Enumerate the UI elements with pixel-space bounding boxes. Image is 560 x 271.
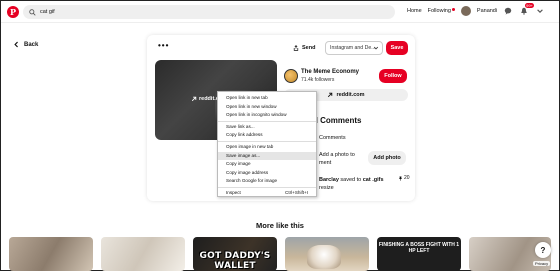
back-button[interactable]: Back — [13, 41, 38, 48]
nav-following[interactable]: Following — [428, 8, 455, 14]
profile-avatar[interactable] — [284, 69, 298, 83]
pin-count-value: 20 — [404, 175, 410, 181]
messages-icon[interactable] — [503, 6, 513, 16]
board-select-value: Instagram and De... — [330, 45, 376, 51]
menu-item-open-link-incognito[interactable]: Open link in incognito window — [218, 111, 316, 120]
related-pin-caption: FINISHING A BOSS FIGHT WITH 1 HP LEFT — [378, 242, 460, 254]
avatar[interactable] — [460, 6, 471, 16]
menu-divider — [218, 120, 316, 122]
menu-item-copy-link-address[interactable]: Copy link address — [218, 131, 316, 140]
arrow-up-right-icon — [328, 92, 333, 98]
activity-user[interactable]: Barclay — [319, 177, 339, 183]
search-input[interactable]: cat gif — [40, 9, 55, 15]
help-button[interactable]: ? — [535, 242, 551, 258]
follow-button[interactable]: Follow — [379, 69, 407, 83]
share-icon — [293, 45, 299, 51]
activity-item: Barclay saved to cat .gifs resize — [319, 176, 384, 192]
menu-item-search-google-for-image[interactable]: Search Google for image — [218, 177, 316, 186]
tab-comments[interactable]: Comments — [319, 135, 346, 141]
send-button[interactable]: Send — [288, 41, 320, 55]
source-link-label: reddit.com — [336, 92, 365, 98]
top-nav: Home Following Panandi 99+ — [407, 3, 545, 16]
arrow-up-right-icon — [191, 96, 197, 102]
nav-following-label: Following — [427, 8, 451, 14]
search-bar[interactable]: cat gif — [23, 5, 395, 19]
nav-home[interactable]: Home — [407, 8, 422, 14]
save-button[interactable]: Save — [386, 41, 408, 55]
related-pin[interactable]: FINISHING A BOSS FIGHT WITH 1 HP LEFT — [377, 237, 461, 271]
related-pin-caption: GOT DADDY'S WALLET — [199, 251, 271, 271]
add-photo-prompt-line-2: ment — [319, 160, 332, 166]
menu-item-save-link-as[interactable]: Save link as... — [218, 123, 316, 132]
menu-item-save-image-as[interactable]: Save image as... — [218, 151, 316, 161]
add-photo-prompt: Add a photo to ment — [319, 151, 355, 167]
cat-image — [307, 245, 341, 269]
add-photo-prompt-line-1: Add a photo to — [319, 152, 355, 158]
menu-divider — [218, 186, 316, 188]
related-pin[interactable]: GOT DADDY'S WALLET — [193, 237, 277, 271]
menu-item-copy-image-address[interactable]: Copy image address — [218, 169, 316, 178]
menu-item-inspect[interactable]: Inspect Ctrl+Shift+I — [218, 189, 316, 198]
related-pins: GOT DADDY'S WALLET FINISHING A BOSS FIGH… — [9, 237, 551, 271]
board-select[interactable]: Instagram and De... — [325, 41, 383, 55]
activity-line-2: resize — [319, 185, 334, 191]
chevron-down-icon — [373, 46, 379, 50]
add-photo-button[interactable]: Add photo — [368, 151, 406, 165]
pinterest-logo-icon[interactable]: P — [7, 5, 19, 18]
back-label: Back — [24, 41, 39, 48]
privacy-link[interactable]: Privacy — [533, 261, 551, 266]
related-pin[interactable] — [9, 237, 93, 271]
menu-item-open-image-new-tab[interactable]: Open image in new tab — [218, 143, 316, 152]
menu-item-open-link-new-window[interactable]: Open link in new window — [218, 103, 316, 112]
more-like-this-heading: More like this — [256, 221, 304, 230]
notification-badge: 99+ — [525, 3, 534, 8]
menu-item-copy-image[interactable]: Copy image — [218, 160, 316, 169]
pin-count: 20 — [398, 175, 410, 181]
top-bar: P cat gif Home Following Panandi 99+ — [1, 1, 559, 23]
profile-name[interactable]: The Meme Economy — [301, 69, 359, 75]
related-pin[interactable] — [101, 237, 185, 271]
search-icon — [29, 8, 36, 16]
comments-heading: d Comments — [313, 116, 362, 125]
activity-action: saved to — [338, 177, 363, 183]
menu-item-open-link-new-tab[interactable]: Open link in new tab — [218, 94, 316, 103]
menu-item-inspect-label: Inspect — [226, 189, 241, 195]
more-options-button[interactable]: ••• — [158, 41, 169, 50]
menu-divider — [218, 140, 316, 142]
profile-followers: 71.4k followers — [301, 77, 335, 83]
notifications-icon[interactable]: 99+ — [519, 3, 534, 16]
pin-icon — [399, 176, 402, 181]
nav-user[interactable]: Panandi — [477, 8, 497, 14]
activity-board[interactable]: cat .gifs — [363, 177, 384, 183]
send-label: Send — [302, 45, 316, 51]
arrow-left-icon — [14, 41, 18, 48]
chevron-down-icon[interactable] — [535, 6, 545, 16]
menu-item-inspect-shortcut: Ctrl+Shift+I — [285, 189, 308, 195]
new-dot-icon — [451, 8, 455, 11]
related-pin[interactable] — [285, 237, 369, 271]
context-menu: Open link in new tab Open link in new wi… — [217, 91, 317, 197]
